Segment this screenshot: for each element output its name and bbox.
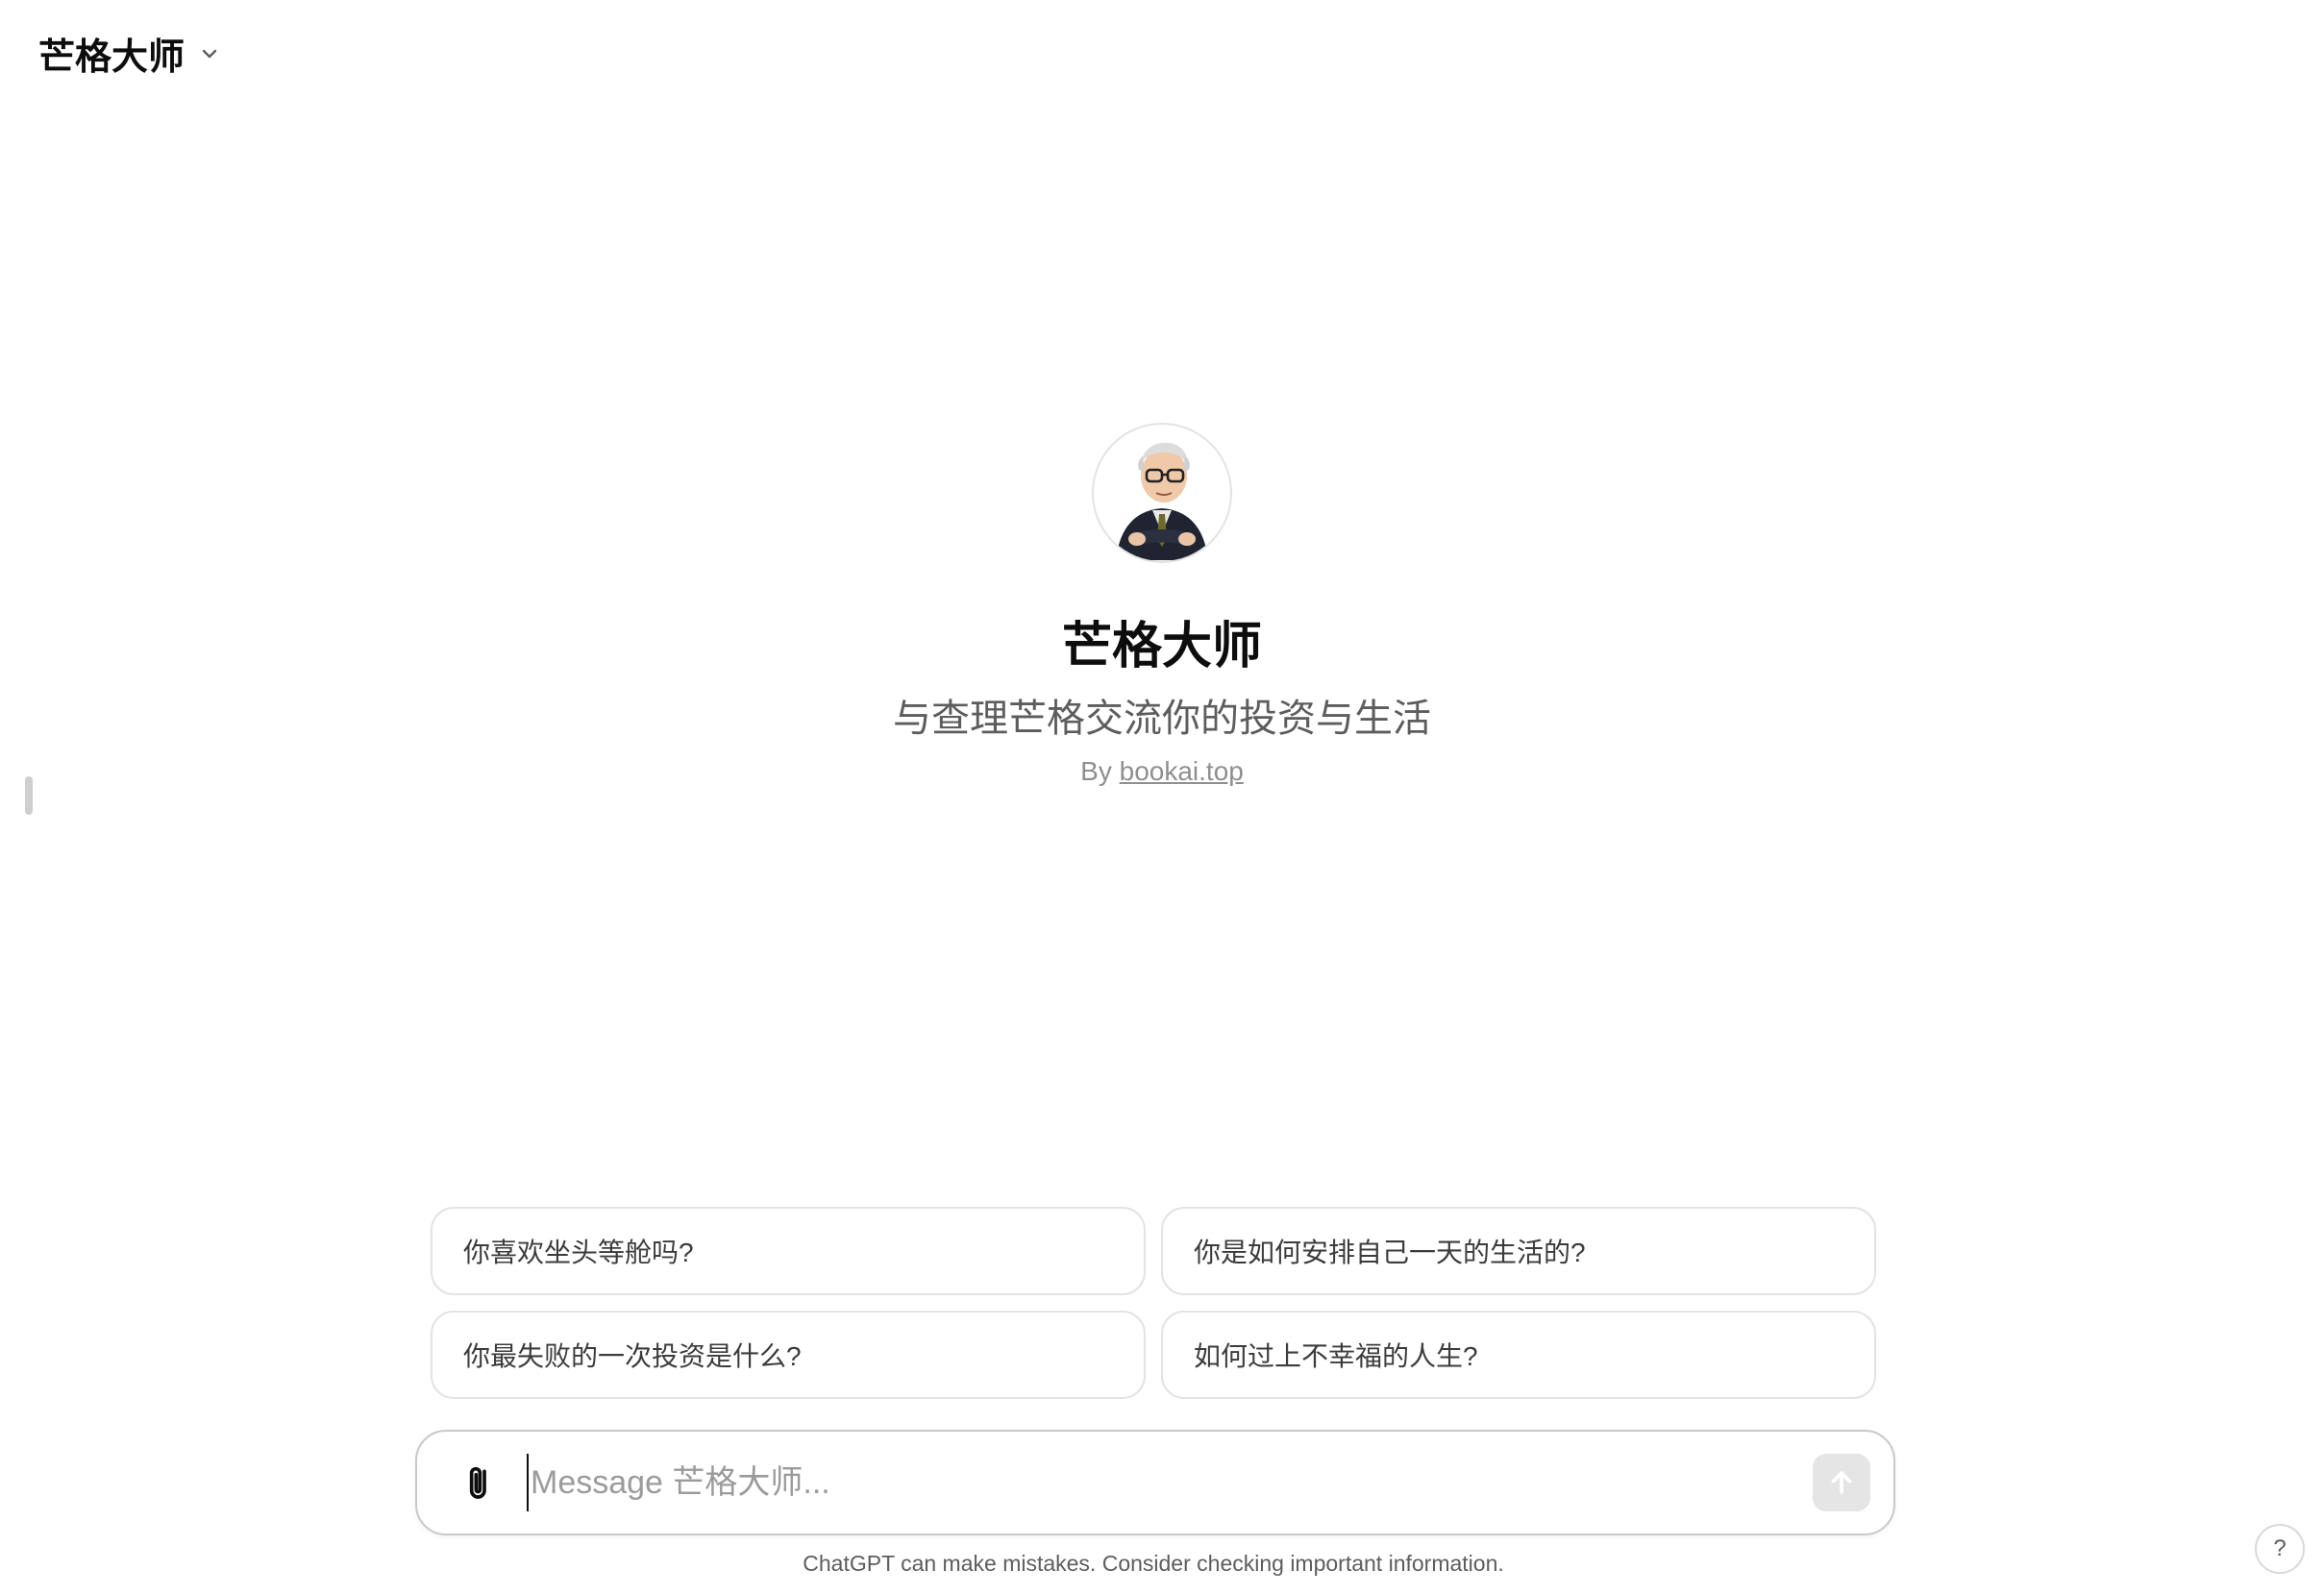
suggestion-card[interactable]: 如何过上不幸福的人生? [1161,1311,1876,1399]
message-composer [415,1430,1895,1535]
gpt-name: 芒格大师 [1061,619,1262,675]
author-prefix: By [1080,756,1112,786]
arrow-up-icon [1831,1471,1852,1494]
suggestion-card[interactable]: 你是如何安排自己一天的生活的? [1161,1207,1876,1295]
character-portrait-icon [1116,442,1208,560]
gpt-author: By bookai.top [1080,756,1244,787]
gpt-intro: 芒格大师 与查理芒格交流你的投资与生活 By bookai.top [0,423,2324,787]
disclaimer-text: ChatGPT can make mistakes. Consider chec… [803,1551,1504,1576]
attach-button[interactable] [456,1459,504,1507]
help-button[interactable]: ? [2255,1524,2305,1574]
suggestion-card[interactable]: 你最失败的一次投资是什么? [431,1311,1146,1399]
model-picker[interactable]: 芒格大师 [29,17,231,89]
paperclip-icon [469,1466,486,1499]
gpt-avatar [1092,423,1232,563]
model-name: 芒格大师 [38,37,185,78]
chat-page: 芒格大师 芒格大师 与查理芒格交流你的投资与生活 By bookai.top 你… [0,0,2324,1595]
suggestion-card[interactable]: 你喜欢坐头等舱吗? [431,1207,1146,1295]
author-link[interactable]: bookai.top [1120,756,1244,786]
chevron-down-icon [202,49,217,58]
suggestion-grid: 你喜欢坐头等舱吗? 你是如何安排自己一天的生活的? 你最失败的一次投资是什么? … [431,1207,1876,1399]
send-button[interactable] [1813,1454,1870,1511]
message-input[interactable] [527,1454,1813,1511]
gpt-description: 与查理芒格交流你的投资与生活 [893,698,1431,740]
